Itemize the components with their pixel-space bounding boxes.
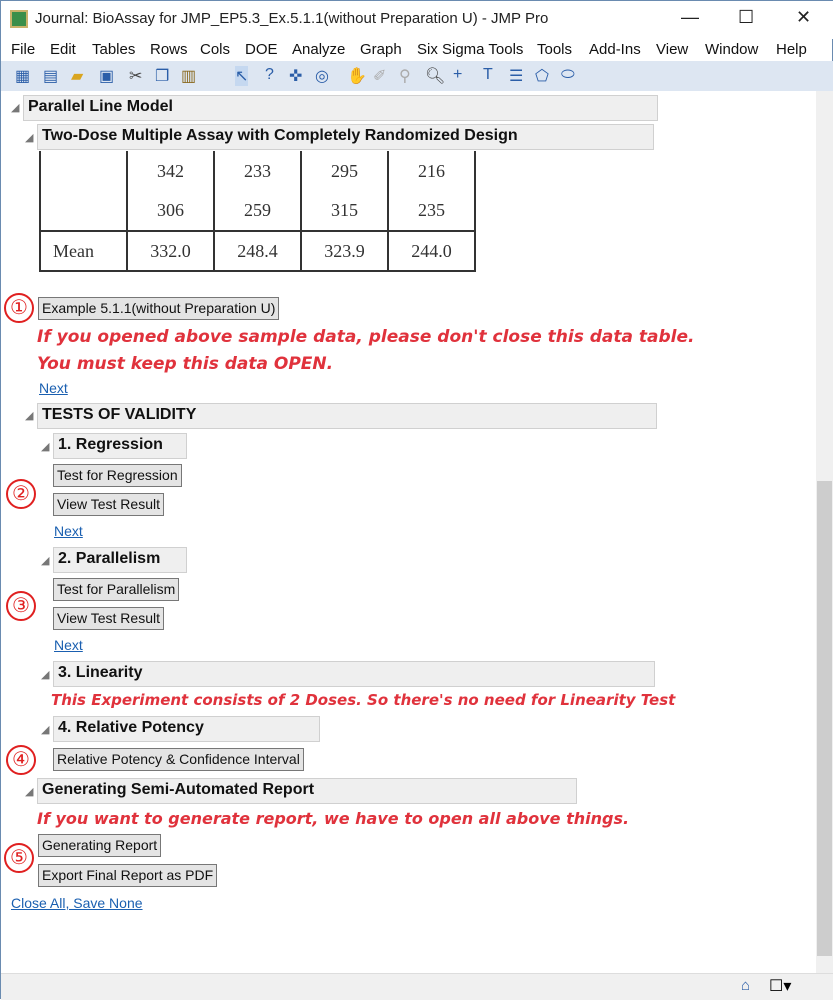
target-icon[interactable]: ◎ <box>315 66 329 86</box>
disclosure-icon[interactable]: ◢ <box>25 131 33 144</box>
generating-report-header[interactable]: Generating Semi-Automated Report <box>37 778 577 804</box>
view-parallelism-result-button[interactable]: View Test Result <box>53 607 164 630</box>
oval-icon[interactable]: ⬭ <box>561 66 575 84</box>
menu-add-ins[interactable]: Add-Ins <box>589 41 641 58</box>
menu-analyze[interactable]: Analyze <box>292 41 345 58</box>
view-regression-result-button[interactable]: View Test Result <box>53 493 164 516</box>
menu-doe[interactable]: DOE <box>245 41 278 58</box>
help-icon[interactable]: ? <box>265 66 274 84</box>
example-button[interactable]: Example 5.1.1(without Preparation U) <box>38 297 280 320</box>
export-pdf-button[interactable]: Export Final Report as PDF <box>38 864 218 887</box>
step-5-marker: ⑤ <box>4 843 34 873</box>
next-link-1[interactable]: Next <box>39 380 68 396</box>
menu-tools[interactable]: Tools <box>537 41 572 58</box>
step-1-marker: ① <box>4 293 34 323</box>
relative-potency-header[interactable]: 4. Relative Potency <box>53 716 320 742</box>
data-table-image: 342 233 295 216 306 259 315 235 Mean 332.0 248.4… <box>39 151 476 272</box>
disclosure-icon[interactable]: ◢ <box>25 785 33 798</box>
menu-six-sigma[interactable]: Six Sigma Tools <box>417 41 523 58</box>
menu-cols[interactable]: Cols <box>200 41 230 58</box>
toolbar: ▦ ▤ ▰ ▣ ✂ ❐ ▥ ↖ ? ✜ ◎ ✋ ✐ ⚲ 🔍︎ + T ☰ ⬠ ⬭ <box>1 61 833 91</box>
parallelism-header[interactable]: 2. Parallelism <box>53 547 187 573</box>
save-icon[interactable]: ▣ <box>99 66 114 86</box>
window-title: Journal: BioAssay for JMP_EP5.3_Ex.5.1.1… <box>35 10 549 27</box>
warning-line-2: You must keep this data OPEN. <box>37 354 334 374</box>
step-4-marker: ④ <box>6 745 36 775</box>
maximize-button[interactable]: ☐ <box>738 7 754 28</box>
brush-icon[interactable]: ✐ <box>373 66 386 86</box>
open-icon[interactable]: ▰ <box>71 66 83 86</box>
menu-window[interactable]: Window <box>705 41 758 58</box>
menu-tables[interactable]: Tables <box>92 41 135 58</box>
plus-icon[interactable]: + <box>453 66 462 84</box>
menu-edit[interactable]: Edit <box>50 41 76 58</box>
crosshair-icon[interactable]: ✜ <box>289 66 302 86</box>
polygon-icon[interactable]: ⬠ <box>535 66 549 86</box>
minimize-button[interactable]: — <box>681 7 699 28</box>
menu-file[interactable]: File <box>11 41 35 58</box>
test-parallelism-button[interactable]: Test for Parallelism <box>53 578 180 601</box>
disclosure-icon[interactable]: ◢ <box>25 409 33 422</box>
regression-header[interactable]: 1. Regression <box>53 433 187 459</box>
linearity-header[interactable]: 3. Linearity <box>53 661 655 687</box>
jmp-app-icon <box>10 10 28 28</box>
step-3-marker: ③ <box>6 591 36 621</box>
menu-rows[interactable]: Rows <box>150 41 188 58</box>
text-icon[interactable]: T <box>483 66 493 84</box>
generating-report-button[interactable]: Generating Report <box>38 834 162 857</box>
disclosure-icon[interactable]: ◢ <box>41 440 49 453</box>
two-dose-header[interactable]: Two-Dose Multiple Assay with Completely … <box>37 124 654 150</box>
parallel-line-model-header[interactable]: Parallel Line Model <box>23 95 658 121</box>
linearity-note: This Experiment consists of 2 Doses. So … <box>51 691 676 709</box>
warning-line-1: If you opened above sample data, please … <box>37 327 695 347</box>
test-regression-button[interactable]: Test for Regression <box>53 464 182 487</box>
disclosure-icon[interactable]: ◢ <box>41 723 49 736</box>
next-link-3[interactable]: Next <box>54 637 83 653</box>
scrollbar-thumb[interactable] <box>817 481 832 956</box>
tests-of-validity-header[interactable]: TESTS OF VALIDITY <box>37 403 657 429</box>
new-data-icon[interactable]: ▤ <box>43 66 58 86</box>
new-journal-icon[interactable]: ▦ <box>15 66 30 86</box>
menu-graph[interactable]: Graph <box>360 41 402 58</box>
status-bar: ⌂ ☐▾ <box>1 973 833 1000</box>
disclosure-icon[interactable]: ◢ <box>41 668 49 681</box>
paste-icon[interactable]: ▥ <box>181 66 196 86</box>
arrow-icon[interactable]: ↖ <box>235 66 249 86</box>
next-link-2[interactable]: Next <box>54 523 83 539</box>
lines-icon[interactable]: ☰ <box>509 66 523 86</box>
disclosure-icon[interactable]: ◢ <box>41 554 49 567</box>
copy-icon[interactable]: ❐ <box>155 66 169 86</box>
magnifier-icon[interactable]: 🔍︎ <box>425 66 445 86</box>
disclosure-icon[interactable]: ◢ <box>11 101 19 114</box>
title-bar: Journal: BioAssay for JMP_EP5.3_Ex.5.1.1… <box>1 1 833 39</box>
lasso-icon[interactable]: ⚲ <box>399 66 411 86</box>
step-2-marker: ② <box>6 479 36 509</box>
menu-help[interactable]: Help <box>776 41 807 58</box>
window-list-icon[interactable]: ☐▾ <box>769 976 791 996</box>
menu-bar: File Edit Tables Rows Cols DOE Analyze G… <box>1 39 833 61</box>
menu-view[interactable]: View <box>656 41 688 58</box>
home-icon[interactable]: ⌂ <box>741 977 750 994</box>
close-button[interactable]: ✕ <box>796 7 811 28</box>
journal-content: ◢ Parallel Line Model ◢ Two-Dose Multipl… <box>1 91 816 973</box>
cut-icon[interactable]: ✂ <box>129 66 142 86</box>
close-all-link[interactable]: Close All, Save None <box>11 895 143 911</box>
relative-potency-button[interactable]: Relative Potency & Confidence Interval <box>53 748 304 771</box>
hand-icon[interactable]: ✋ <box>347 66 367 86</box>
generate-note: If you want to generate report, we have … <box>37 809 630 828</box>
